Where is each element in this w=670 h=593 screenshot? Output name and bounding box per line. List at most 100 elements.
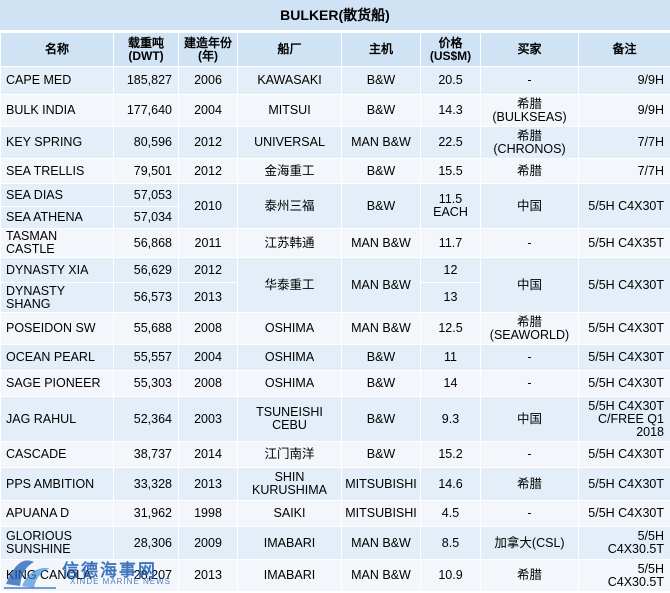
price-cell: 9.3 — [420, 396, 481, 442]
bulker-table-page: BULKER(散货船) 名称 载重吨 (DWT) 建造年份 (年) 船厂 主机 价格… — [0, 0, 670, 593]
table-row: KEY SPRING 80,596 2012 UNIVERSAL MAN B&W… — [0, 126, 670, 159]
buyer-cell: 希腊 (BULKSEAS) — [480, 94, 579, 127]
buyer-cell: 中国 — [480, 396, 579, 442]
ship-name: SEA TRELLIS — [0, 158, 114, 184]
price-cell: 14.6 — [420, 467, 481, 501]
yard-l1: TSUNEISHI — [256, 405, 323, 419]
ship-name-l1: GLORIOUS — [6, 529, 72, 543]
year-cell: 2013 — [178, 467, 238, 501]
year-cell: 2010 — [178, 183, 238, 229]
dwt-cell: 79,501 — [113, 158, 179, 184]
note-cell: 5/5H C4X30T — [578, 441, 670, 468]
ship-name: SAGE PIONEER — [0, 370, 114, 397]
buyer-cell: 希腊 — [480, 158, 579, 184]
yard-cell: KAWASAKI — [237, 66, 342, 95]
price-cell: 10.9 — [420, 559, 481, 592]
buyer-cell: - — [480, 228, 579, 258]
year-cell: 2014 — [178, 441, 238, 468]
buyer-cell: 加拿大(CSL) — [480, 526, 579, 560]
year-cell: 2006 — [178, 66, 238, 95]
col-header-price-l1: 价格 — [438, 35, 463, 50]
ship-name: POSEIDON SW — [0, 312, 114, 345]
buyer-cell: - — [480, 370, 579, 397]
yard-cell: OSHIMA — [237, 370, 342, 397]
price-cell: 22.5 — [420, 126, 481, 159]
table-row: KING CANOLA 28,207 2013 IMABARI MAN B&W … — [0, 559, 670, 592]
note-l2: C/FREE Q1 — [598, 411, 664, 426]
dwt-cell: 185,827 — [113, 66, 179, 95]
dwt-cell: 28,306 — [113, 526, 179, 560]
buyer-company: (BULKSEAS) — [492, 109, 567, 124]
col-header-year-l2: (年) — [198, 48, 218, 63]
yard-cell: 江苏韩通 — [237, 228, 342, 258]
price-cell: 15.2 — [420, 441, 481, 468]
price-cell: 11.7 — [420, 228, 481, 258]
dwt-cell: 55,303 — [113, 370, 179, 397]
dwt-cell: 57,034 — [113, 206, 179, 229]
price-cell: 11 — [420, 344, 481, 371]
price-cell: 15.5 — [420, 158, 481, 184]
engine-cell: MAN B&W — [341, 228, 421, 258]
col-header-engine: 主机 — [341, 32, 421, 67]
engine-cell: MAN B&W — [341, 257, 421, 313]
engine-cell: MITSUBISHI — [341, 467, 421, 501]
col-header-note: 备注 — [578, 32, 670, 67]
engine-cell: B&W — [341, 441, 421, 468]
buyer-company: (SEAWORLD) — [489, 327, 570, 342]
note-cell: 5/5H C4X30T — [578, 344, 670, 371]
ship-name: DYNASTY XIA — [0, 257, 114, 283]
price-cell: 13 — [420, 282, 481, 313]
price-cell: 12 — [420, 257, 481, 283]
col-header-buyer: 买家 — [480, 32, 579, 67]
ship-name: CAPE MED — [0, 66, 114, 95]
engine-cell: B&W — [341, 66, 421, 95]
note-cell: 7/7H — [578, 158, 670, 184]
engine-cell: B&W — [341, 183, 421, 229]
col-header-dwt-l2: (DWT) — [128, 48, 164, 63]
year-cell: 2013 — [178, 559, 238, 592]
year-cell: 1998 — [178, 500, 238, 527]
ship-name: SEA DIAS — [0, 183, 114, 207]
yard-cell: SHIN KURUSHIMA — [237, 467, 342, 501]
note-cell: 5/5H C4X35T — [578, 228, 670, 258]
price-value: 11.5 — [438, 192, 463, 206]
year-cell: 2004 — [178, 94, 238, 127]
yard-l2: CEBU — [272, 418, 307, 432]
ship-name: APUANA D — [0, 500, 114, 527]
dwt-cell: 55,557 — [113, 344, 179, 371]
yard-cell: MITSUI — [237, 94, 342, 127]
year-cell: 2008 — [178, 312, 238, 345]
header-row: 名称 载重吨 (DWT) 建造年份 (年) 船厂 主机 价格 (US$M) 买家 备注 — [0, 32, 670, 67]
year-cell: 2009 — [178, 526, 238, 560]
col-header-year-l1: 建造年份 — [183, 35, 232, 50]
note-l1: 5/5H — [637, 529, 664, 543]
note-l2: C4X30.5T — [607, 574, 664, 589]
col-header-price: 价格 (US$M) — [420, 32, 481, 67]
table-row: OCEAN PEARL 55,557 2004 OSHIMA B&W 11 - … — [0, 344, 670, 371]
price-cell: 14 — [420, 370, 481, 397]
col-header-price-l2: (US$M) — [429, 48, 472, 63]
dwt-cell: 56,573 — [113, 282, 179, 313]
buyer-country: 希腊 — [516, 314, 542, 329]
table-row: PPS AMBITION 33,328 2013 SHIN KURUSHIMA M… — [0, 467, 670, 501]
buyer-country: 希腊 — [516, 96, 542, 111]
dwt-cell: 52,364 — [113, 396, 179, 442]
note-cell: 5/5H C4X30.5T — [578, 559, 670, 592]
table-row: CASCADE 38,737 2014 江门南洋 B&W 15.2 - 5/5H… — [0, 441, 670, 468]
year-cell: 2012 — [178, 257, 238, 283]
yard-cell: 华泰重工 — [237, 257, 342, 313]
year-cell: 2008 — [178, 370, 238, 397]
year-cell: 2004 — [178, 344, 238, 371]
table-row: CAPE MED 185,827 2006 KAWASAKI B&W 20.5 … — [0, 66, 670, 95]
yard-cell: OSHIMA — [237, 344, 342, 371]
year-cell: 2003 — [178, 396, 238, 442]
col-header-year: 建造年份 (年) — [178, 32, 238, 67]
dwt-cell: 177,640 — [113, 94, 179, 127]
col-header-yard: 船厂 — [237, 32, 342, 67]
dwt-cell: 56,629 — [113, 257, 179, 283]
col-header-dwt: 载重吨 (DWT) — [113, 32, 179, 67]
engine-cell: MAN B&W — [341, 559, 421, 592]
note-l1: 5/5H — [637, 561, 664, 576]
dwt-cell: 38,737 — [113, 441, 179, 468]
ship-name: DYNASTY SHANG — [0, 282, 114, 313]
